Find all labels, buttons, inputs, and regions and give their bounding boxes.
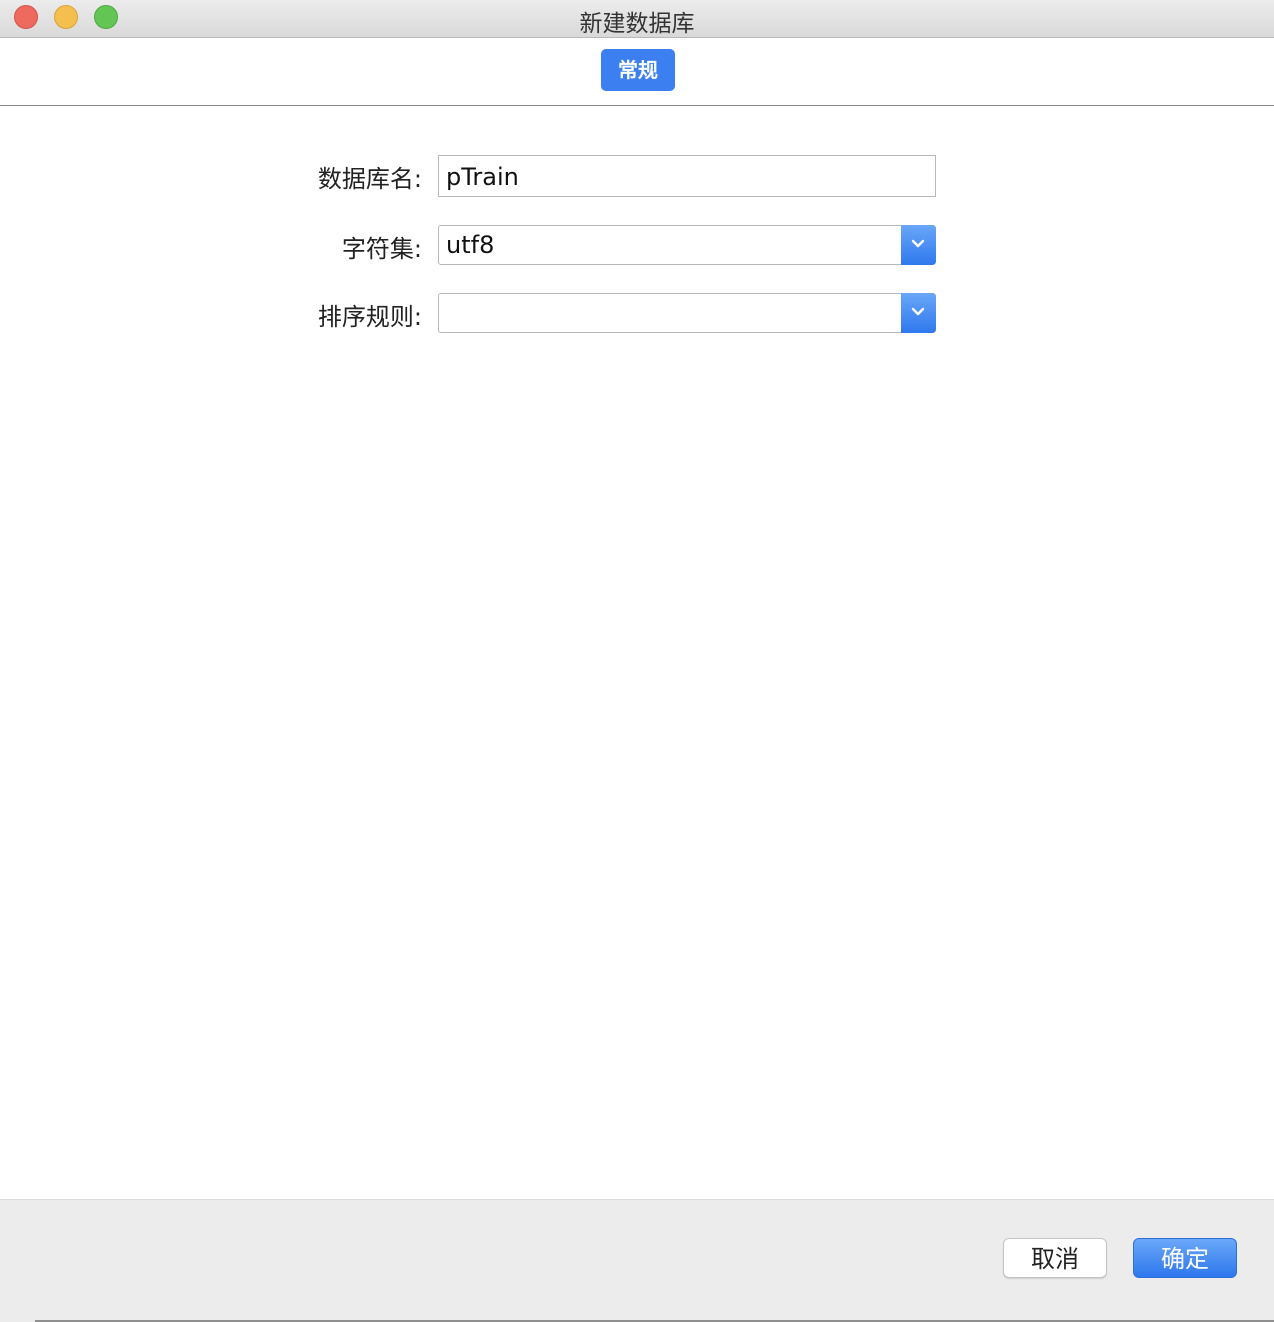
chevron-down-icon [911, 307, 925, 316]
database-name-row: 数据库名: [0, 155, 1274, 197]
title-bar[interactable]: 新建数据库 [0, 0, 1274, 38]
charset-dropdown-button[interactable] [901, 225, 936, 265]
charset-row: 字符集: utf8 [0, 225, 1274, 267]
tab-bar: 常规 [0, 38, 1274, 106]
window-title: 新建数据库 [579, 11, 695, 37]
collation-dropdown-button[interactable] [901, 293, 936, 333]
chevron-down-icon [911, 239, 925, 248]
cancel-button[interactable]: 取消 [1003, 1238, 1107, 1278]
collation-select[interactable] [438, 293, 936, 333]
tab-general[interactable]: 常规 [601, 49, 675, 91]
collation-label: 排序规则: [317, 303, 422, 331]
ok-button[interactable]: 确定 [1133, 1238, 1237, 1278]
collation-row: 排序规则: [0, 293, 1274, 335]
new-database-window: 新建数据库 常规 数据库名: 字符集: utf8 排序规则: [0, 0, 1274, 1322]
charset-select[interactable]: utf8 [438, 225, 936, 265]
database-name-label: 数据库名: [317, 165, 422, 193]
database-name-input[interactable] [438, 155, 936, 197]
charset-label: 字符集: [341, 235, 422, 263]
charset-value: utf8 [446, 231, 495, 259]
dialog-footer: 取消 确定 [0, 1199, 1274, 1322]
